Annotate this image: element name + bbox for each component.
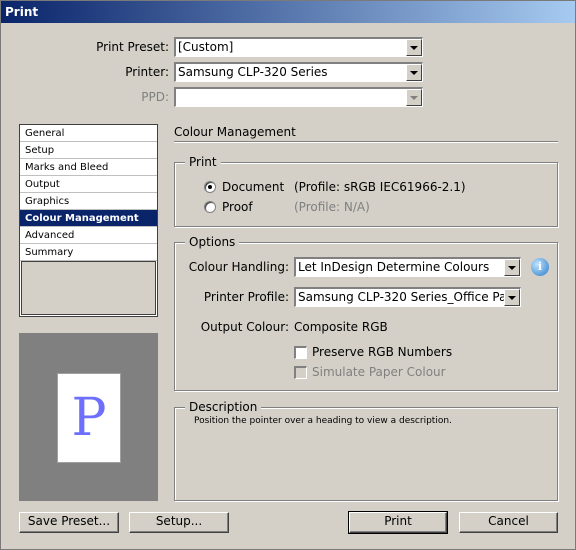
preserve-rgb-label[interactable]: Preserve RGB Numbers [312, 345, 452, 359]
output-colour-value: Composite RGB [294, 320, 388, 334]
chevron-down-icon[interactable] [504, 259, 520, 276]
printer-label: Printer: [125, 65, 169, 79]
print-group-title: Print [185, 155, 221, 169]
preview-page: P [57, 373, 121, 463]
printer-select[interactable]: Samsung CLP-320 Series [174, 62, 423, 82]
proof-radio-label[interactable]: Proof [222, 200, 253, 214]
category-item-colour-management[interactable]: Colour Management [20, 210, 157, 227]
category-item-general[interactable]: General [20, 125, 157, 142]
print-preset-select[interactable]: [Custom] [174, 37, 423, 57]
print-preset-label: Print Preset: [96, 40, 169, 54]
printer-profile-value: Samsung CLP-320 Series_Office Pape [298, 290, 521, 304]
preview-page-letter: P [71, 388, 107, 448]
print-button[interactable]: Print [348, 511, 448, 534]
category-item-graphics[interactable]: Graphics [20, 193, 157, 210]
category-item-marks-and-bleed[interactable]: Marks and Bleed [20, 159, 157, 176]
preserve-rgb-checkbox[interactable] [294, 346, 307, 359]
setup-button[interactable]: Setup... [129, 512, 229, 533]
heading-divider [174, 141, 558, 143]
chevron-down-icon [406, 89, 422, 106]
chevron-down-icon[interactable] [406, 64, 422, 81]
chevron-down-icon[interactable] [504, 289, 520, 306]
panel-heading: Colour Management [174, 125, 296, 139]
document-profile-text: (Profile: sRGB IEC61966-2.1) [294, 180, 466, 194]
chevron-down-icon[interactable] [406, 39, 422, 56]
colour-handling-label: Colour Handling: [188, 260, 289, 274]
category-item-summary[interactable]: Summary [20, 244, 157, 261]
description-group-title: Description [185, 400, 262, 414]
info-icon[interactable]: i [531, 258, 549, 276]
options-group-title: Options [185, 235, 240, 249]
simulate-paper-checkbox [294, 366, 307, 379]
cancel-button[interactable]: Cancel [459, 512, 558, 533]
list-empty-area [21, 261, 156, 315]
output-colour-label: Output Colour: [200, 320, 289, 334]
save-preset-button[interactable]: Save Preset... [19, 512, 119, 533]
category-item-advanced[interactable]: Advanced [20, 227, 157, 244]
category-item-output[interactable]: Output [20, 176, 157, 193]
print-group: Print [174, 155, 558, 227]
print-dialog: Print Print Preset: [Custom] Printer: Sa… [0, 0, 576, 550]
proof-radio[interactable] [204, 201, 216, 213]
window-title: Print [1, 1, 575, 23]
printer-value: Samsung CLP-320 Series [178, 65, 328, 79]
colour-handling-select[interactable]: Let InDesign Determine Colours [294, 257, 521, 277]
proof-profile-text: (Profile: N/A) [294, 200, 370, 214]
page-preview[interactable]: P [19, 333, 158, 501]
simulate-paper-label: Simulate Paper Colour [312, 365, 446, 379]
ppd-select [174, 87, 423, 107]
colour-handling-value: Let InDesign Determine Colours [298, 260, 490, 274]
ppd-label: PPD: [141, 90, 169, 104]
document-radio[interactable] [204, 181, 216, 193]
printer-profile-label: Printer Profile: [203, 290, 289, 304]
category-list[interactable]: General Setup Marks and Bleed Output Gra… [19, 124, 158, 317]
description-text: Position the pointer over a heading to v… [194, 416, 452, 426]
print-preset-value: [Custom] [178, 40, 234, 54]
document-radio-label[interactable]: Document [222, 180, 284, 194]
category-item-setup[interactable]: Setup [20, 142, 157, 159]
printer-profile-select[interactable]: Samsung CLP-320 Series_Office Pape [294, 287, 521, 307]
